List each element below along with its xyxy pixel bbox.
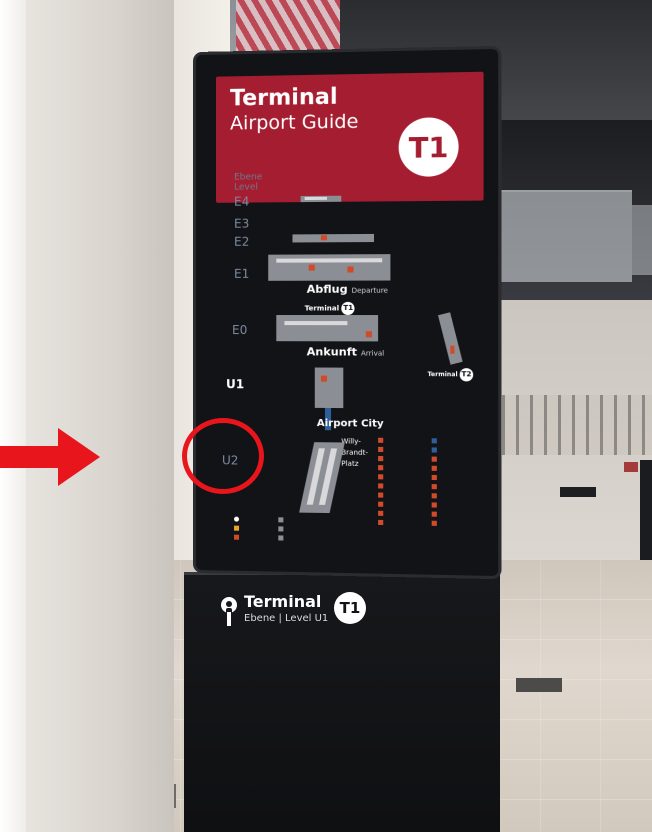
level-e0: E0 [232, 323, 248, 338]
pedestal-level: Ebene | Level U1 [244, 613, 329, 624]
exit-sign-right [624, 462, 638, 472]
map-level-e1-marker [347, 266, 354, 273]
legend-row [278, 514, 285, 523]
legend-row [431, 509, 439, 518]
floor-vent [516, 678, 562, 692]
left-wall [24, 0, 174, 832]
legend-row [431, 490, 439, 499]
airport-guide-sign: Terminal Airport Guide T1 Ebene Level E4… [196, 48, 499, 577]
level-e3: E3 [234, 216, 250, 231]
level-heading-de: Ebene [234, 172, 263, 183]
map-level-e0 [276, 315, 379, 342]
balcony-glass-railing-side [632, 205, 652, 275]
legend-row [378, 517, 385, 526]
map-level-e1-detail [276, 258, 383, 263]
level-e2: E2 [234, 234, 250, 249]
legend-column-3 [378, 435, 385, 526]
map-level-e4-detail [304, 196, 328, 201]
legend-row [378, 453, 385, 462]
legend-row [234, 514, 241, 523]
arrival-label: Ankunft Arrival [307, 345, 385, 358]
arrow-right-icon [0, 428, 100, 486]
map-level-e1-marker [308, 264, 315, 271]
map-level-u1 [314, 367, 344, 409]
level-heading-en: Level [234, 182, 258, 193]
legend-row [431, 499, 439, 508]
level-heading: Ebene Level [234, 172, 262, 192]
willy-brandt-platz-label: Willy- Brandt- Platz [341, 437, 368, 468]
legend-column-1 [234, 514, 241, 541]
legend-row [378, 480, 385, 489]
pedestal-t1-badge: T1 [334, 592, 366, 624]
legend-row [431, 472, 439, 481]
map-level-e0-detail [284, 321, 348, 326]
departure-label-en: Departure [351, 286, 388, 295]
arrival-label-de: Ankunft [306, 345, 357, 359]
legend-row [378, 435, 385, 444]
sign-subtitle: Airport Guide [230, 110, 359, 135]
terminal-label: Terminal [304, 304, 340, 313]
legend-row [431, 481, 439, 490]
level-e4: E4 [234, 194, 250, 209]
location-pin-icon [221, 597, 237, 626]
level-e1: E1 [234, 266, 250, 281]
airport-city-label: Airport City [316, 417, 384, 430]
legend-row [234, 532, 241, 541]
left-wall-edge [0, 0, 26, 832]
legend-row [234, 523, 241, 532]
map-level-e0-marker [365, 331, 372, 338]
pedestal-title: Terminal [244, 592, 322, 611]
legend-row [431, 444, 439, 453]
terminal-t2-map-label: Terminal T2 [427, 368, 474, 382]
departure-label: Abflug Departure [307, 283, 388, 296]
flight-info-screen [640, 460, 652, 570]
legend-row [431, 463, 439, 472]
legend-row [431, 435, 439, 444]
terminal-t2-mini-badge: T2 [459, 368, 474, 382]
terminal-t1-map-label: Terminal T1 [304, 301, 355, 316]
legend-column-4 [431, 435, 439, 527]
legend-row [378, 508, 385, 517]
legend-row [431, 454, 439, 463]
map-level-e2-marker [320, 235, 328, 241]
legend-row [378, 462, 385, 471]
legend-row [378, 471, 385, 480]
level-u1: U1 [225, 377, 245, 392]
u2-highlight-circle [182, 418, 264, 494]
hall-hanging-sign [560, 487, 596, 497]
legend-row [278, 523, 285, 532]
balcony-glass-railing [492, 190, 632, 282]
terminal-t1-mini-badge: T1 [341, 301, 355, 316]
terminal-t2-label: Terminal [427, 371, 458, 379]
legend-row [378, 499, 385, 508]
legend-row [431, 518, 439, 527]
map-t2-marker [450, 345, 455, 354]
map-level-e2 [292, 233, 374, 243]
legend-row [278, 532, 285, 541]
legend-row [378, 444, 385, 453]
map-t2-connector [438, 312, 463, 365]
departure-label-de: Abflug [306, 282, 348, 296]
sign-title: Terminal [230, 84, 338, 112]
legend-row [378, 489, 385, 498]
arrival-label-en: Arrival [360, 349, 385, 358]
map-level-u1-marker [320, 375, 328, 382]
legend-column-2 [278, 514, 285, 541]
hall-facade-band [488, 395, 652, 455]
airport-photo-scene: Terminal Ebene | Level U1 T1 Terminal Ai… [0, 0, 652, 832]
